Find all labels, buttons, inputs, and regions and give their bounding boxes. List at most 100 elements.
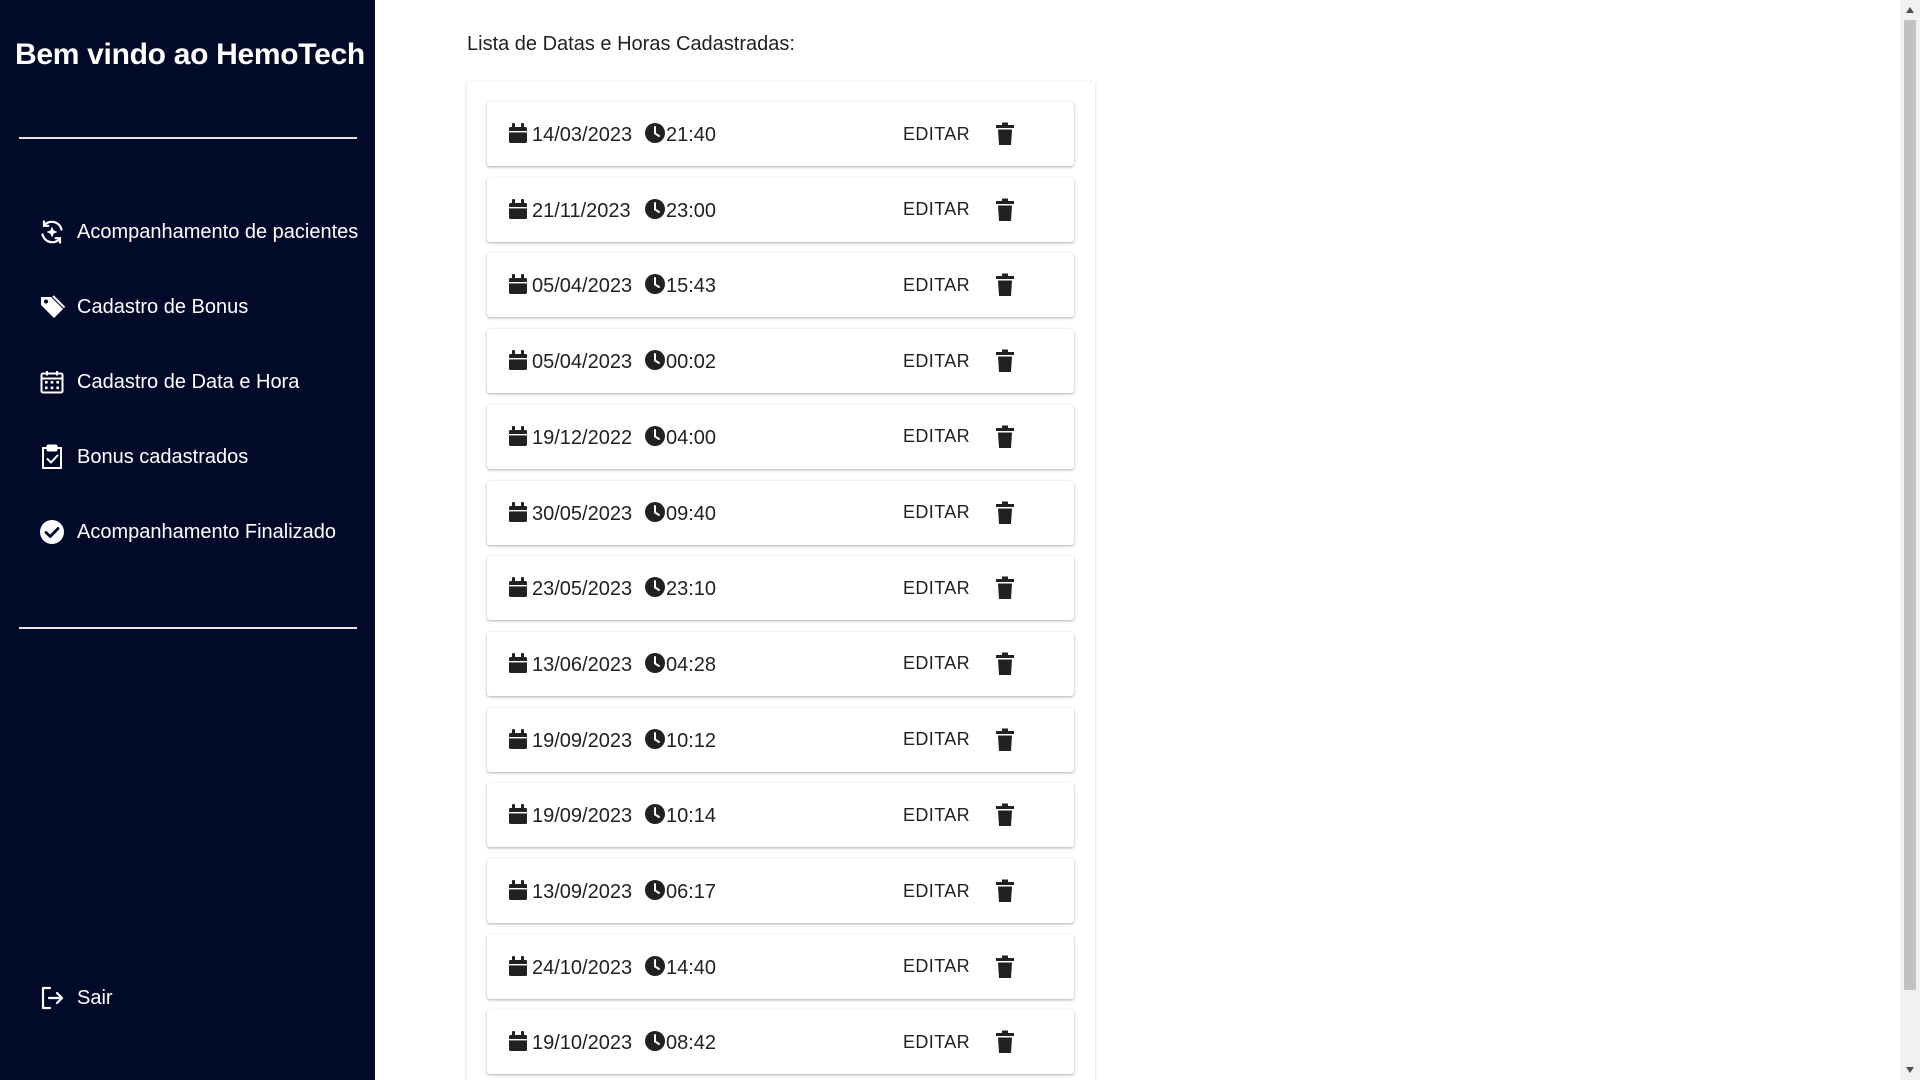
tag-icon	[38, 293, 66, 321]
clock-icon	[644, 652, 666, 679]
edit-button[interactable]: EDITAR	[893, 265, 980, 305]
sidebar-item-label: Acompanhamento de pacientes	[77, 220, 359, 243]
entry-date: 13/06/2023	[532, 653, 633, 676]
trash-icon[interactable]	[989, 648, 1021, 680]
entry-date: 30/05/2023	[532, 502, 633, 525]
entry-time: 21:40	[666, 124, 717, 146]
edit-button[interactable]: EDITAR	[893, 190, 980, 230]
calendar-icon	[508, 652, 528, 679]
list-item: 24/10/2023 14:40 EDITAR	[487, 934, 1074, 999]
clock-icon	[644, 1030, 666, 1057]
entry-time: 04:28	[666, 653, 717, 676]
clock-icon	[644, 122, 666, 149]
sidebar-item-label: Cadastro de Data e Hora	[77, 370, 300, 393]
list-item: 19/09/2023 10:12 EDITAR	[487, 707, 1074, 772]
entry-date: 05/04/2023	[532, 275, 633, 298]
entry-time: 23:00	[666, 199, 717, 222]
entry-date: 19/09/2023	[532, 805, 633, 828]
trash-icon[interactable]	[989, 951, 1021, 983]
entry-time: 04:00	[666, 426, 717, 449]
list-item: 19/10/2023 08:42 EDITAR	[487, 1010, 1074, 1075]
clock-icon	[644, 198, 666, 225]
page-scrollbar[interactable]	[1900, 0, 1920, 1080]
trash-icon[interactable]	[989, 118, 1021, 150]
logout-label: Sair	[77, 986, 113, 1009]
calendar-icon	[508, 728, 528, 755]
scroll-down-icon[interactable]	[1904, 1064, 1916, 1076]
calendar-icon	[508, 501, 528, 528]
sidebar-item-label: Bonus cadastrados	[77, 445, 249, 468]
clock-icon	[644, 501, 666, 528]
calendar-icon	[508, 1030, 528, 1057]
trash-icon[interactable]	[989, 799, 1021, 831]
edit-button[interactable]: EDITAR	[893, 417, 980, 457]
trash-icon[interactable]	[989, 421, 1021, 453]
clock-icon	[644, 803, 666, 830]
trash-icon[interactable]	[989, 194, 1021, 226]
edit-button[interactable]: EDITAR	[893, 493, 980, 533]
scroll-thumb[interactable]	[1904, 20, 1916, 990]
clock-icon	[644, 728, 666, 755]
trash-icon[interactable]	[989, 724, 1021, 756]
sidebar-item-acompanhamento-finalizado[interactable]: Acompanhamento Finalizado	[38, 512, 336, 552]
logout-button[interactable]: Sair	[38, 978, 113, 1018]
calendar-icon	[508, 955, 528, 982]
list-item: 21/11/2023 23:00 EDITAR	[487, 177, 1074, 242]
edit-button[interactable]: EDITAR	[893, 947, 980, 987]
entry-date: 13/09/2023	[532, 881, 633, 903]
list-item: 23/05/2023 23:10 EDITAR	[487, 556, 1074, 621]
entry-date: 05/04/2023	[532, 351, 633, 374]
entry-date: 14/03/2023	[532, 124, 633, 146]
trash-icon[interactable]	[989, 572, 1021, 604]
trash-icon[interactable]	[989, 345, 1021, 377]
entry-time: 08:42	[666, 1032, 717, 1055]
sidebar-item-bonus-cadastrados[interactable]: Bonus cadastrados	[38, 437, 248, 477]
calendar-icon	[508, 198, 528, 225]
sidebar-item-cadastro-data-hora[interactable]: Cadastro de Data e Hora	[38, 362, 299, 402]
calendar-icon	[508, 273, 528, 300]
clock-icon	[644, 273, 666, 300]
calendar-icon	[508, 425, 528, 452]
sparkle-refresh-icon	[38, 218, 66, 246]
list-item: 05/04/2023 00:02 EDITAR	[487, 329, 1074, 394]
edit-button[interactable]: EDITAR	[893, 341, 980, 381]
sidebar-item-label: Acompanhamento Finalizado	[77, 520, 337, 543]
sidebar: Bem vindo ao HemoTech Acompanhamento de …	[0, 0, 375, 1080]
calendar-icon	[38, 368, 66, 396]
list-item: 13/06/2023 04:28 EDITAR	[487, 631, 1074, 696]
edit-button[interactable]: EDITAR	[893, 1022, 980, 1062]
trash-icon[interactable]	[989, 1026, 1021, 1058]
edit-button[interactable]: EDITAR	[893, 568, 980, 608]
scroll-up-icon[interactable]	[1904, 4, 1916, 16]
sidebar-item-cadastro-bonus[interactable]: Cadastro de Bonus	[38, 287, 248, 327]
entry-time: 14:40	[666, 956, 717, 979]
entry-time: 00:02	[666, 351, 717, 374]
list-item: 13/09/2023 06:17 EDITAR	[487, 859, 1074, 923]
calendar-icon	[508, 349, 528, 376]
clipboard-check-icon	[38, 443, 66, 471]
edit-button[interactable]: EDITAR	[893, 114, 980, 154]
list-item: 19/12/2022 04:00 EDITAR	[487, 404, 1074, 469]
entry-time: 10:14	[666, 805, 717, 828]
calendar-icon	[508, 576, 528, 603]
entry-date: 19/10/2023	[532, 1032, 633, 1055]
calendar-icon	[508, 122, 528, 149]
trash-icon[interactable]	[989, 497, 1021, 529]
edit-button[interactable]: EDITAR	[893, 871, 980, 911]
list-title: Lista de Datas e Horas Cadastradas:	[467, 33, 795, 55]
entry-date: 19/12/2022	[532, 426, 633, 449]
trash-icon[interactable]	[989, 875, 1021, 907]
sidebar-item-acompanhamento-pacientes[interactable]: Acompanhamento de pacientes	[38, 212, 358, 252]
trash-icon[interactable]	[989, 269, 1021, 301]
clock-icon	[644, 955, 666, 982]
sidebar-divider-top	[19, 137, 357, 139]
entry-date: 24/10/2023	[532, 956, 633, 979]
entries-list: 14/03/2023 21:40 EDITAR 21/11/2023 23:00 EDIT…	[467, 82, 1095, 1080]
list-item: 30/05/2023 09:40 EDITAR	[487, 480, 1074, 545]
edit-button[interactable]: EDITAR	[893, 720, 980, 760]
edit-button[interactable]: EDITAR	[893, 795, 980, 835]
edit-button[interactable]: EDITAR	[893, 644, 980, 684]
entry-time: 10:12	[666, 729, 717, 752]
entry-date: 21/11/2023	[532, 199, 631, 222]
check-circle-icon	[38, 518, 66, 546]
